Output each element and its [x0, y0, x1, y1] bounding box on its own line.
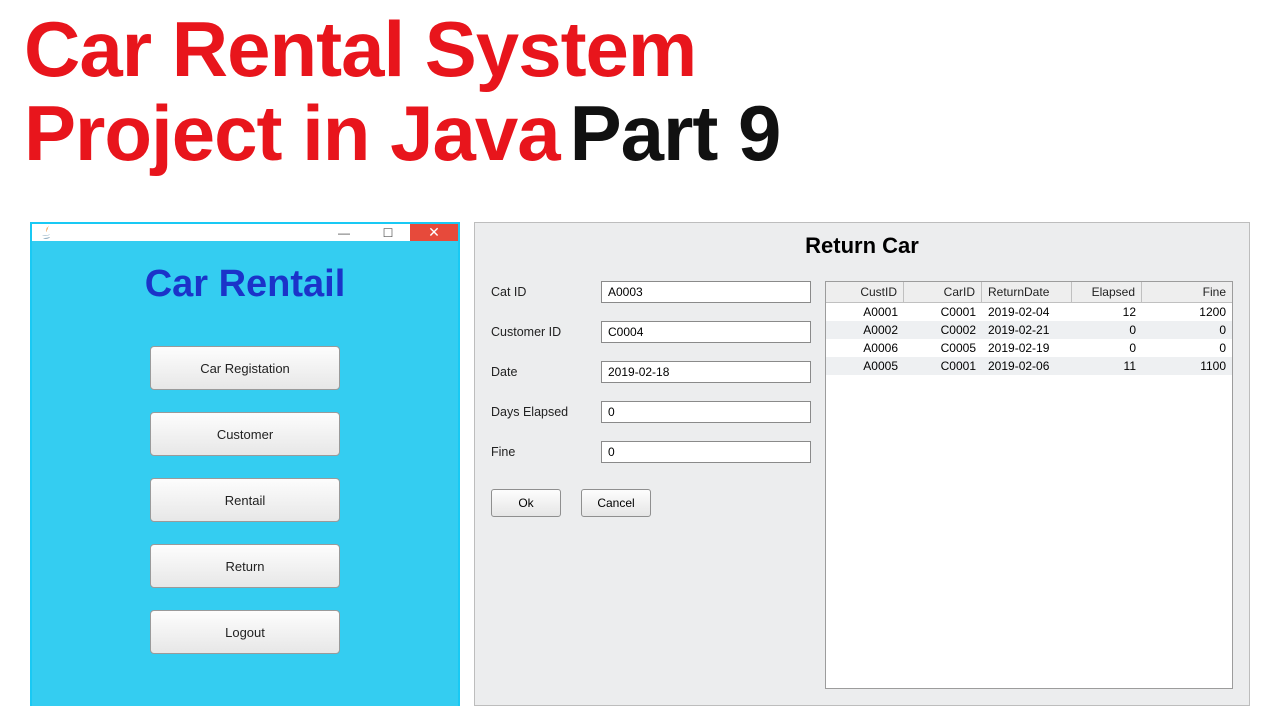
td-returndate: 2019-02-06 [982, 357, 1072, 375]
table-row[interactable]: A0006C00052019-02-1900 [826, 339, 1232, 357]
td-custid: A0005 [826, 357, 904, 375]
date-input[interactable] [601, 361, 811, 383]
return-button[interactable]: Return [150, 544, 340, 588]
td-carid: C0001 [904, 303, 982, 321]
cancel-button[interactable]: Cancel [581, 489, 651, 517]
th-elapsed[interactable]: Elapsed [1072, 282, 1142, 303]
app-title: Car Rentail [145, 263, 346, 306]
customer-button[interactable]: Customer [150, 412, 340, 456]
td-custid: A0006 [826, 339, 904, 357]
logout-button[interactable]: Logout [150, 610, 340, 654]
headline-line1: Car Rental System [24, 10, 1256, 88]
return-car-title: Return Car [491, 233, 1233, 259]
td-elapsed: 12 [1072, 303, 1142, 321]
fine-label: Fine [491, 445, 601, 459]
headline: Car Rental System Project in Java Part 9 [24, 10, 1256, 172]
td-elapsed: 11 [1072, 357, 1142, 375]
days-elapsed-label: Days Elapsed [491, 405, 601, 419]
td-fine: 1200 [1142, 303, 1232, 321]
return-table[interactable]: CustID CarID ReturnDate Elapsed Fine A00… [825, 281, 1233, 689]
table-row[interactable]: A0001C00012019-02-04121200 [826, 303, 1232, 321]
th-custid[interactable]: CustID [826, 282, 904, 303]
ok-button[interactable]: Ok [491, 489, 561, 517]
days-elapsed-input[interactable] [601, 401, 811, 423]
td-returndate: 2019-02-21 [982, 321, 1072, 339]
td-custid: A0001 [826, 303, 904, 321]
td-fine: 1100 [1142, 357, 1232, 375]
table-header: CustID CarID ReturnDate Elapsed Fine [826, 282, 1232, 303]
customer-id-input[interactable] [601, 321, 811, 343]
return-form: Cat ID Customer ID Date Days Elapsed Fin… [491, 281, 811, 689]
cat-id-input[interactable] [601, 281, 811, 303]
close-button[interactable]: ✕ [410, 224, 458, 241]
th-returndate[interactable]: ReturnDate [982, 282, 1072, 303]
table-row[interactable]: A0005C00012019-02-06111100 [826, 357, 1232, 375]
td-carid: C0001 [904, 357, 982, 375]
td-returndate: 2019-02-04 [982, 303, 1072, 321]
fine-input[interactable] [601, 441, 811, 463]
window-controls: — ☐ ✕ [322, 224, 458, 241]
window-titlebar: — ☐ ✕ [32, 224, 458, 241]
car-registration-button[interactable]: Car Registation [150, 346, 340, 390]
td-carid: C0002 [904, 321, 982, 339]
td-elapsed: 0 [1072, 339, 1142, 357]
td-fine: 0 [1142, 339, 1232, 357]
rental-button[interactable]: Rentail [150, 478, 340, 522]
minimize-button[interactable]: — [322, 224, 366, 241]
maximize-button[interactable]: ☐ [366, 224, 410, 241]
cat-id-label: Cat ID [491, 285, 601, 299]
table-row[interactable]: A0002C00022019-02-2100 [826, 321, 1232, 339]
headline-line2-black: Part 9 [570, 94, 781, 172]
td-fine: 0 [1142, 321, 1232, 339]
th-carid[interactable]: CarID [904, 282, 982, 303]
menu-window: — ☐ ✕ Car Rentail Car Registation Custom… [30, 222, 460, 706]
date-label: Date [491, 365, 601, 379]
th-fine[interactable]: Fine [1142, 282, 1232, 303]
td-elapsed: 0 [1072, 321, 1142, 339]
customer-id-label: Customer ID [491, 325, 601, 339]
return-car-panel: Return Car Cat ID Customer ID Date Days … [474, 222, 1250, 706]
td-returndate: 2019-02-19 [982, 339, 1072, 357]
java-icon [38, 225, 54, 241]
headline-line2-red: Project in Java [24, 94, 560, 172]
td-carid: C0005 [904, 339, 982, 357]
td-custid: A0002 [826, 321, 904, 339]
